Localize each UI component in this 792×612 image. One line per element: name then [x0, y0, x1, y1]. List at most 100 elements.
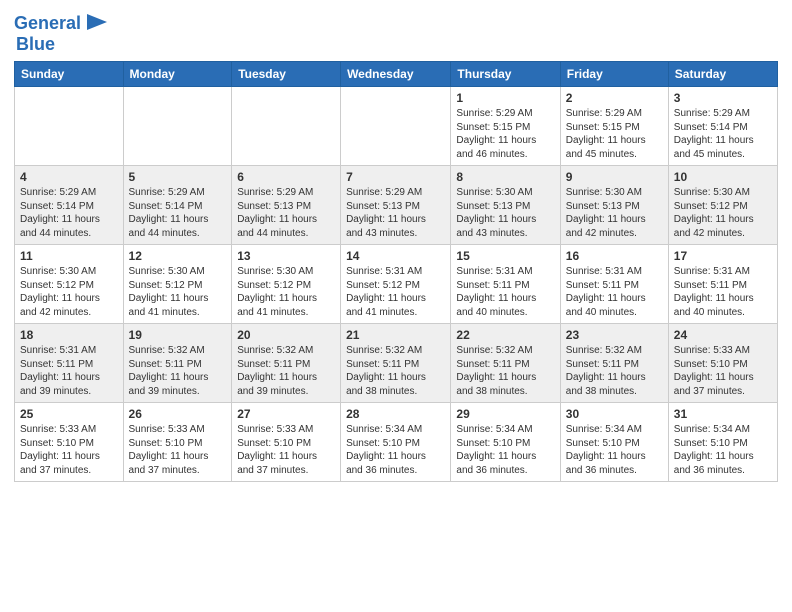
day-info: Sunrise: 5:29 AM Sunset: 5:13 PM Dayligh… — [237, 186, 335, 240]
calendar-week-row: 11 Sunrise: 5:30 AM Sunset: 5:12 PM Dayli… — [15, 245, 778, 324]
day-info: Sunrise: 5:29 AM Sunset: 5:14 PM Dayligh… — [674, 107, 772, 161]
day-info: Sunrise: 5:32 AM Sunset: 5:11 PM Dayligh… — [456, 344, 554, 398]
day-number: 16 — [566, 249, 663, 263]
day-info: Sunrise: 5:29 AM Sunset: 5:13 PM Dayligh… — [346, 186, 445, 240]
day-info: Sunrise: 5:31 AM Sunset: 5:11 PM Dayligh… — [456, 265, 554, 319]
day-number: 13 — [237, 249, 335, 263]
calendar-cell: 6 Sunrise: 5:29 AM Sunset: 5:13 PM Daylig… — [232, 166, 341, 245]
day-info: Sunrise: 5:30 AM Sunset: 5:12 PM Dayligh… — [129, 265, 227, 319]
day-number: 15 — [456, 249, 554, 263]
calendar-table: SundayMondayTuesdayWednesdayThursdayFrid… — [14, 61, 778, 482]
day-info: Sunrise: 5:29 AM Sunset: 5:15 PM Dayligh… — [456, 107, 554, 161]
day-number: 24 — [674, 328, 772, 342]
day-info: Sunrise: 5:34 AM Sunset: 5:10 PM Dayligh… — [346, 423, 445, 477]
calendar-week-row: 18Sunrise: 5:31 AM Sunset: 5:11 PM Dayli… — [15, 324, 778, 403]
calendar-cell: 30 Sunrise: 5:34 AM Sunset: 5:10 PM Dayli… — [560, 403, 668, 482]
calendar-cell: 17Sunrise: 5:31 AM Sunset: 5:11 PM Dayli… — [668, 245, 777, 324]
day-info: Sunrise: 5:34 AM Sunset: 5:10 PM Dayligh… — [456, 423, 554, 477]
day-number: 21 — [346, 328, 445, 342]
calendar-header-row: SundayMondayTuesdayWednesdayThursdayFrid… — [15, 62, 778, 87]
weekday-header: Monday — [123, 62, 232, 87]
calendar-cell: 20 Sunrise: 5:32 AM Sunset: 5:11 PM Dayli… — [232, 324, 341, 403]
day-number: 5 — [129, 170, 227, 184]
weekday-header: Thursday — [451, 62, 560, 87]
day-info: Sunrise: 5:33 AM Sunset: 5:10 PM Dayligh… — [237, 423, 335, 477]
day-number: 7 — [346, 170, 445, 184]
day-number: 2 — [566, 91, 663, 105]
day-number: 20 — [237, 328, 335, 342]
day-number: 3 — [674, 91, 772, 105]
logo-text: General — [14, 14, 81, 34]
day-number: 8 — [456, 170, 554, 184]
page: General Blue SundayMondayTuesdayWednesda… — [0, 0, 792, 612]
day-info: Sunrise: 5:31 AM Sunset: 5:12 PM Dayligh… — [346, 265, 445, 319]
calendar-cell — [341, 87, 451, 166]
day-number: 22 — [456, 328, 554, 342]
day-info: Sunrise: 5:30 AM Sunset: 5:12 PM Dayligh… — [237, 265, 335, 319]
calendar-cell: 11 Sunrise: 5:30 AM Sunset: 5:12 PM Dayli… — [15, 245, 124, 324]
calendar-cell — [123, 87, 232, 166]
calendar-cell: 24Sunrise: 5:33 AM Sunset: 5:10 PM Dayli… — [668, 324, 777, 403]
calendar-cell: 26 Sunrise: 5:33 AM Sunset: 5:10 PM Dayli… — [123, 403, 232, 482]
day-info: Sunrise: 5:30 AM Sunset: 5:13 PM Dayligh… — [566, 186, 663, 240]
calendar-cell: 21Sunrise: 5:32 AM Sunset: 5:11 PM Dayli… — [341, 324, 451, 403]
day-info: Sunrise: 5:30 AM Sunset: 5:12 PM Dayligh… — [20, 265, 118, 319]
day-number: 23 — [566, 328, 663, 342]
calendar-cell: 28 Sunrise: 5:34 AM Sunset: 5:10 PM Dayli… — [341, 403, 451, 482]
day-number: 1 — [456, 91, 554, 105]
day-number: 4 — [20, 170, 118, 184]
calendar-cell: 3 Sunrise: 5:29 AM Sunset: 5:14 PM Daylig… — [668, 87, 777, 166]
day-number: 27 — [237, 407, 335, 421]
day-number: 11 — [20, 249, 118, 263]
calendar-week-row: 4Sunrise: 5:29 AM Sunset: 5:14 PM Daylig… — [15, 166, 778, 245]
day-number: 26 — [129, 407, 227, 421]
calendar-cell: 15 Sunrise: 5:31 AM Sunset: 5:11 PM Dayli… — [451, 245, 560, 324]
logo: General Blue — [14, 10, 111, 55]
calendar-cell: 14 Sunrise: 5:31 AM Sunset: 5:12 PM Dayli… — [341, 245, 451, 324]
calendar-cell — [232, 87, 341, 166]
day-info: Sunrise: 5:30 AM Sunset: 5:12 PM Dayligh… — [674, 186, 772, 240]
calendar-cell: 18Sunrise: 5:31 AM Sunset: 5:11 PM Dayli… — [15, 324, 124, 403]
day-info: Sunrise: 5:33 AM Sunset: 5:10 PM Dayligh… — [129, 423, 227, 477]
calendar-cell: 12 Sunrise: 5:30 AM Sunset: 5:12 PM Dayli… — [123, 245, 232, 324]
calendar-cell: 2 Sunrise: 5:29 AM Sunset: 5:15 PM Daylig… — [560, 87, 668, 166]
calendar-cell: 13 Sunrise: 5:30 AM Sunset: 5:12 PM Dayli… — [232, 245, 341, 324]
calendar-cell: 19 Sunrise: 5:32 AM Sunset: 5:11 PM Dayli… — [123, 324, 232, 403]
day-info: Sunrise: 5:30 AM Sunset: 5:13 PM Dayligh… — [456, 186, 554, 240]
calendar-cell: 9 Sunrise: 5:30 AM Sunset: 5:13 PM Daylig… — [560, 166, 668, 245]
day-number: 17 — [674, 249, 772, 263]
weekday-header: Friday — [560, 62, 668, 87]
calendar-cell: 7 Sunrise: 5:29 AM Sunset: 5:13 PM Daylig… — [341, 166, 451, 245]
calendar-cell: 1 Sunrise: 5:29 AM Sunset: 5:15 PM Daylig… — [451, 87, 560, 166]
day-info: Sunrise: 5:33 AM Sunset: 5:10 PM Dayligh… — [20, 423, 118, 477]
calendar-cell: 16 Sunrise: 5:31 AM Sunset: 5:11 PM Dayli… — [560, 245, 668, 324]
calendar-week-row: 25Sunrise: 5:33 AM Sunset: 5:10 PM Dayli… — [15, 403, 778, 482]
calendar-cell: 29Sunrise: 5:34 AM Sunset: 5:10 PM Dayli… — [451, 403, 560, 482]
weekday-header: Sunday — [15, 62, 124, 87]
day-number: 6 — [237, 170, 335, 184]
day-number: 28 — [346, 407, 445, 421]
day-number: 18 — [20, 328, 118, 342]
calendar-cell: 23Sunrise: 5:32 AM Sunset: 5:11 PM Dayli… — [560, 324, 668, 403]
weekday-header: Saturday — [668, 62, 777, 87]
calendar-cell: 31Sunrise: 5:34 AM Sunset: 5:10 PM Dayli… — [668, 403, 777, 482]
day-number: 9 — [566, 170, 663, 184]
day-info: Sunrise: 5:29 AM Sunset: 5:15 PM Dayligh… — [566, 107, 663, 161]
day-number: 30 — [566, 407, 663, 421]
calendar-cell: 4Sunrise: 5:29 AM Sunset: 5:14 PM Daylig… — [15, 166, 124, 245]
day-info: Sunrise: 5:31 AM Sunset: 5:11 PM Dayligh… — [566, 265, 663, 319]
day-number: 19 — [129, 328, 227, 342]
calendar-cell — [15, 87, 124, 166]
day-number: 31 — [674, 407, 772, 421]
day-info: Sunrise: 5:34 AM Sunset: 5:10 PM Dayligh… — [566, 423, 663, 477]
day-info: Sunrise: 5:32 AM Sunset: 5:11 PM Dayligh… — [237, 344, 335, 398]
calendar-cell: 27 Sunrise: 5:33 AM Sunset: 5:10 PM Dayli… — [232, 403, 341, 482]
header: General Blue — [14, 10, 778, 55]
day-info: Sunrise: 5:32 AM Sunset: 5:11 PM Dayligh… — [129, 344, 227, 398]
calendar-week-row: 1 Sunrise: 5:29 AM Sunset: 5:15 PM Daylig… — [15, 87, 778, 166]
calendar-cell: 25Sunrise: 5:33 AM Sunset: 5:10 PM Dayli… — [15, 403, 124, 482]
day-number: 12 — [129, 249, 227, 263]
day-number: 14 — [346, 249, 445, 263]
calendar-cell: 5Sunrise: 5:29 AM Sunset: 5:14 PM Daylig… — [123, 166, 232, 245]
calendar-cell: 10Sunrise: 5:30 AM Sunset: 5:12 PM Dayli… — [668, 166, 777, 245]
